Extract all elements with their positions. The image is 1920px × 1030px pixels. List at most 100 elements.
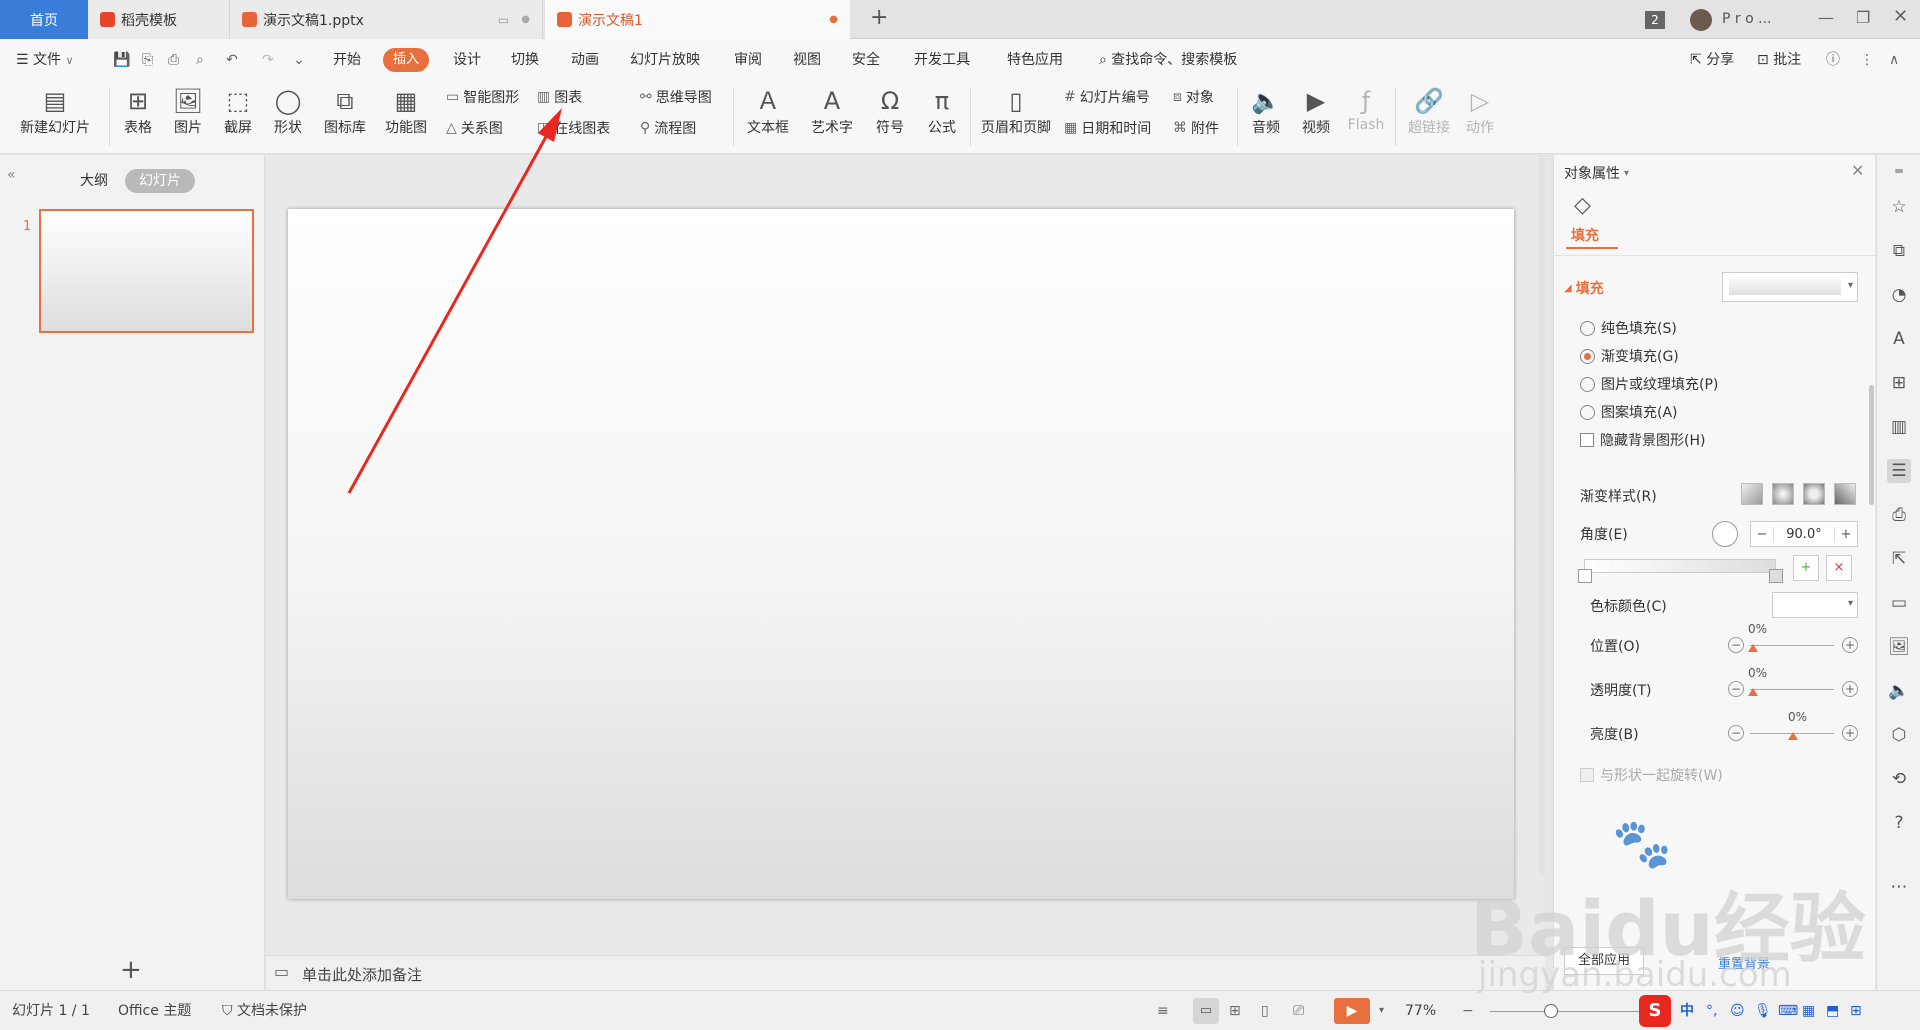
collapse-icon[interactable]: ═ xyxy=(1887,159,1911,183)
angle-value[interactable]: 90.0° xyxy=(1773,526,1835,542)
stop-color-dropdown[interactable]: ▾ xyxy=(1772,592,1858,618)
layout-icon[interactable]: ⊞ xyxy=(1887,371,1911,395)
gradient-path-swatch[interactable] xyxy=(1834,483,1856,505)
gradient-fill-option[interactable]: 渐变填充(G) xyxy=(1580,346,1679,366)
text-style-icon[interactable]: A xyxy=(1887,327,1911,351)
share-panel-icon[interactable]: ⇱ xyxy=(1887,547,1911,571)
brightness-slider-thumb[interactable] xyxy=(1788,732,1798,740)
notes-bar[interactable]: ▭ 单击此处添加备注 xyxy=(266,955,1545,990)
zoom-out-icon[interactable]: − xyxy=(1462,991,1474,1030)
transparency-plus-icon[interactable]: + xyxy=(1842,681,1858,697)
brightness-minus-icon[interactable]: − xyxy=(1728,725,1744,741)
panel-scrollbar[interactable] xyxy=(1869,385,1874,505)
gradient-stop-bar[interactable] xyxy=(1584,559,1776,573)
position-slider[interactable] xyxy=(1750,645,1834,646)
rotate-with-shape-option[interactable]: 与形状一起旋转(W) xyxy=(1580,765,1723,785)
audio-panel-icon[interactable]: 🔈 xyxy=(1887,679,1911,703)
notes-placeholder: 单击此处添加备注 xyxy=(302,966,423,984)
zoom-level[interactable]: 77% xyxy=(1405,991,1436,1030)
theme-name[interactable]: Office 主题 xyxy=(118,991,191,1030)
ime-menu-icon[interactable]: ⊞ xyxy=(1850,991,1862,1030)
transparency-minus-icon[interactable]: − xyxy=(1728,681,1744,697)
solid-fill-option[interactable]: 纯色填充(S) xyxy=(1580,318,1677,338)
tab-underline xyxy=(1566,247,1618,249)
checkbox-hide-bg[interactable] xyxy=(1580,433,1594,447)
apply-all-button[interactable]: 全部应用 xyxy=(1564,947,1644,975)
ime-toolbox-icon[interactable]: ▦ xyxy=(1802,991,1815,1030)
gradient-stop-handle-left[interactable] xyxy=(1578,569,1592,583)
plus-icon[interactable]: + xyxy=(1835,527,1857,542)
angle-stepper[interactable]: − 90.0° + xyxy=(1750,521,1858,547)
pattern-fill-option[interactable]: 图案填充(A) xyxy=(1580,402,1678,422)
play-slideshow-button[interactable]: ▶ xyxy=(1334,998,1370,1024)
fill-color-dropdown[interactable]: ▾ xyxy=(1722,272,1858,302)
gradient-rect-swatch[interactable] xyxy=(1803,483,1825,505)
shapes-icon[interactable]: ◔ xyxy=(1887,283,1911,307)
stop-color-label: 色标颜色(C) xyxy=(1590,599,1667,615)
picture-texture-option[interactable]: 图片或纹理填充(P) xyxy=(1580,374,1718,394)
animation-icon[interactable]: ⬡ xyxy=(1887,723,1911,747)
more-panel-icon[interactable]: ⋯ xyxy=(1887,875,1911,899)
ime-skin-icon[interactable]: ⬒ xyxy=(1826,991,1839,1030)
ime-emoji-icon[interactable]: ☺ xyxy=(1730,991,1745,1030)
backup-icon[interactable]: ⎙ xyxy=(1887,503,1911,527)
brightness-plus-icon[interactable]: + xyxy=(1842,725,1858,741)
position-label: 位置(O) xyxy=(1590,639,1640,655)
fill-bucket-icon[interactable]: ◇ xyxy=(1574,193,1591,218)
close-panel-icon[interactable]: ✕ xyxy=(1851,161,1864,180)
panel-title[interactable]: 对象属性 ▾ xyxy=(1564,163,1629,183)
minus-icon[interactable]: − xyxy=(1751,527,1773,542)
ime-keyboard-icon[interactable]: ⌨ xyxy=(1778,991,1798,1030)
gradient-radial-swatch[interactable] xyxy=(1772,483,1794,505)
pin-icon[interactable]: ☆ xyxy=(1887,195,1911,219)
reading-view-icon[interactable]: ▯ xyxy=(1261,991,1269,1030)
ime-voice-icon[interactable]: 🎙 xyxy=(1754,991,1772,1030)
gradient-linear-swatch[interactable] xyxy=(1741,483,1763,505)
transparency-slider[interactable] xyxy=(1750,689,1834,690)
reset-background-link[interactable]: 重置背景 xyxy=(1718,953,1770,972)
chevron-down-icon: ▾ xyxy=(1624,167,1630,179)
sorter-view-icon[interactable]: ⊞ xyxy=(1229,991,1241,1030)
radio-solid[interactable] xyxy=(1580,320,1595,336)
checkbox-rotate[interactable] xyxy=(1580,768,1594,782)
gradient-preview xyxy=(1729,279,1841,295)
notes-icon: ▭ xyxy=(274,962,290,981)
normal-view-icon[interactable]: ▭ xyxy=(1193,998,1219,1024)
copy-format-icon[interactable]: ⧉ xyxy=(1887,239,1911,263)
chevron-down-icon[interactable]: ▾ xyxy=(1379,991,1384,1030)
notes-toggle-icon[interactable]: ≡ xyxy=(1157,991,1169,1030)
properties-icon[interactable]: ☰ xyxy=(1887,459,1911,483)
archive-icon[interactable]: ▭ xyxy=(1887,591,1911,615)
ime-chinese-icon[interactable]: 中 xyxy=(1680,991,1694,1030)
image-panel-icon[interactable]: 🖼 xyxy=(1887,635,1911,659)
ime-punct-icon[interactable]: °, xyxy=(1706,991,1717,1030)
gradient-stop-handle-right[interactable] xyxy=(1769,569,1783,583)
record-icon[interactable]: ⎚ xyxy=(1293,991,1304,1030)
fill-section-header[interactable]: ◢ 填充 xyxy=(1564,278,1604,298)
slide-position: 幻灯片 1 / 1 xyxy=(12,1003,90,1019)
position-plus-icon[interactable]: + xyxy=(1842,637,1858,653)
position-minus-icon[interactable]: − xyxy=(1728,637,1744,653)
position-slider-thumb[interactable] xyxy=(1748,644,1758,652)
radio-gradient[interactable] xyxy=(1580,348,1595,364)
brightness-value: 0% xyxy=(1788,710,1808,724)
angle-label: 角度(E) xyxy=(1580,527,1628,543)
ime-logo-icon[interactable]: S xyxy=(1639,995,1671,1027)
radio-pattern[interactable] xyxy=(1580,404,1595,420)
angle-dial[interactable] xyxy=(1712,521,1738,547)
protection-status[interactable]: ⛉ 文档未保护 xyxy=(222,991,307,1030)
chevron-down-icon: ▾ xyxy=(1847,280,1853,291)
task-pane-strip: ═ ☆ ⧉ ◔ A ⊞ ▥ ☰ ⎙ ⇱ ▭ 🖼 🔈 ⬡ ⟲ ? ⋯ xyxy=(1876,155,1920,990)
chart-panel-icon[interactable]: ▥ xyxy=(1887,415,1911,439)
zoom-slider[interactable] xyxy=(1490,1011,1640,1012)
help-panel-icon[interactable]: ? xyxy=(1887,811,1911,835)
add-stop-icon[interactable]: + xyxy=(1793,555,1819,581)
tab-fill[interactable]: 填充 xyxy=(1571,225,1599,245)
radio-picture[interactable] xyxy=(1580,376,1595,392)
delete-stop-icon[interactable]: × xyxy=(1826,555,1852,581)
transparency-slider-thumb[interactable] xyxy=(1748,688,1758,696)
history-icon[interactable]: ⟲ xyxy=(1887,767,1911,791)
zoom-slider-thumb[interactable] xyxy=(1544,1004,1558,1018)
hide-background-option[interactable]: 隐藏背景图形(H) xyxy=(1580,430,1705,450)
transparency-label: 透明度(T) xyxy=(1590,683,1652,699)
